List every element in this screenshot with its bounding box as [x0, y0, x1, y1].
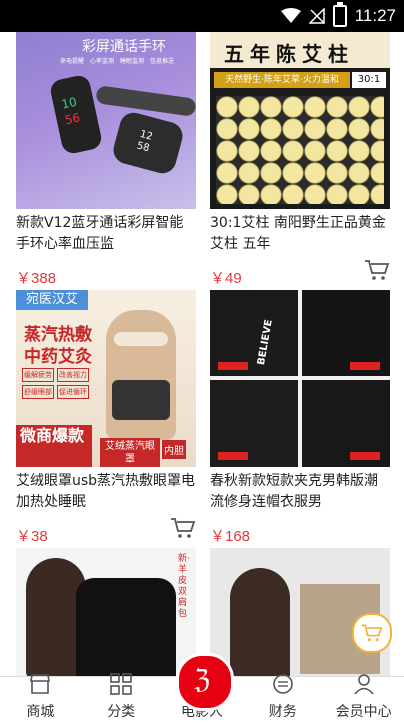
product-image[interactable]	[210, 548, 390, 677]
nav-item-member[interactable]: 会员中心	[324, 673, 404, 723]
cart-icon[interactable]	[364, 259, 390, 281]
floating-cart-button[interactable]	[352, 613, 392, 653]
product-title[interactable]: 春秋新款短款夹克男韩版潮流修身连帽衣服男	[210, 471, 390, 513]
image-sub: 来电提醒	[60, 58, 85, 65]
status-bar: 11:27	[0, 0, 404, 32]
watch-time: 56	[63, 110, 82, 128]
moxa-pattern	[216, 96, 384, 204]
signal-icon	[308, 8, 325, 24]
model-figure	[106, 310, 176, 440]
product-card[interactable]: 宛医汉艾 蒸汽热敷 中药艾灸 缓解疲劳 改善视力 舒缓眼部 促进循环 微商爆款 …	[16, 290, 196, 546]
cart-icon[interactable]	[170, 517, 196, 539]
product-price: ￥388	[16, 270, 57, 287]
image-sub: 信息推送	[150, 58, 175, 65]
nav-label: 商城	[26, 704, 55, 720]
watch-time: 10	[60, 94, 79, 112]
image-ribbon: 天然野生·陈年艾草·火力温和	[214, 72, 350, 88]
product-card[interactable]: 彩屏通话手环 来电提醒 心率监测 睡眠监测 信息推送 10 56 12 58 新…	[16, 32, 196, 288]
image-ratio: 30:1	[352, 72, 386, 88]
nav-item-finance[interactable]: 财务	[243, 673, 323, 723]
image-heading: 彩屏通话手环	[82, 39, 166, 55]
battery-icon	[332, 2, 347, 27]
image-cta: 微商爆款	[16, 425, 92, 467]
image-badge: 艾绒蒸汽眼罩	[100, 438, 160, 467]
watch-illustration: 12 58	[110, 109, 186, 177]
movie-logo-icon: ℨ	[194, 665, 211, 695]
coin-icon	[272, 674, 293, 694]
image-chip: 缓解疲劳	[22, 368, 54, 382]
nav-item-category[interactable]: 分类	[81, 673, 161, 723]
nav-label: 财务	[268, 704, 297, 720]
product-card[interactable]: 新·羊皮双肩包	[16, 548, 196, 677]
nav-item-store[interactable]: 商城	[0, 673, 80, 723]
strap	[95, 85, 196, 117]
watch-time: 58	[135, 140, 151, 155]
nav-label: 会员中心	[335, 704, 392, 720]
product-image[interactable]: 五年陈艾柱 天然野生·陈年艾草·火力温和 30:1	[210, 32, 390, 209]
product-title[interactable]: 新款V12蓝牙通话彩屏智能手环心率血压监	[16, 213, 196, 255]
image-sub: 心率监测	[90, 58, 115, 65]
product-image[interactable]: 彩屏通话手环 来电提醒 心率监测 睡眠监测 信息推送 10 56 12 58	[16, 32, 196, 209]
product-grid: 彩屏通话手环 来电提醒 心率监测 睡眠监测 信息推送 10 56 12 58 新…	[0, 32, 404, 677]
movie-logo-button[interactable]: ℨ	[176, 653, 234, 711]
product-image[interactable]: 新·羊皮双肩包	[16, 548, 196, 677]
image-heading: 五年陈艾柱	[224, 42, 354, 66]
product-price: ￥49	[210, 270, 242, 287]
product-card[interactable]: 五年陈艾柱 天然野生·陈年艾草·火力温和 30:1 30:1艾柱 南阳野生正品黄…	[210, 32, 390, 288]
product-image[interactable]: 宛医汉艾 蒸汽热敷 中药艾灸 缓解疲劳 改善视力 舒缓眼部 促进循环 微商爆款 …	[16, 290, 196, 467]
image-line: 中药艾灸	[24, 347, 92, 367]
image-vertical-text: 新·羊皮双肩包	[178, 554, 190, 619]
product-title[interactable]: 艾绒眼罩usb蒸汽热敷眼罩电加热处睡眠	[16, 471, 196, 513]
grid-icon	[110, 673, 132, 695]
product-title[interactable]: 30:1艾柱 南阳野生正品黄金艾柱 五年	[210, 213, 390, 255]
cart-icon	[361, 624, 383, 642]
product-card[interactable]	[210, 548, 390, 677]
image-chip: 舒缓眼部	[22, 385, 54, 399]
image-badge: 内胆	[162, 440, 186, 459]
status-time: 11:27	[354, 6, 396, 25]
product-price: ￥168	[210, 528, 251, 545]
product-card[interactable]: BELIEVE 春秋新款短款夹克男韩版潮流修身连帽衣服男 ￥168	[210, 290, 390, 546]
wifi-icon	[280, 8, 301, 23]
image-brand: 宛医汉艾	[16, 290, 88, 310]
image-chip: 改善视力	[57, 368, 89, 382]
product-price: ￥38	[16, 528, 48, 545]
nav-label: 分类	[107, 704, 136, 720]
image-sub: 睡眠监测	[120, 58, 145, 65]
product-image[interactable]: BELIEVE	[210, 290, 390, 467]
store-icon	[30, 674, 51, 694]
user-icon	[353, 674, 374, 695]
image-chip: 促进循环	[57, 385, 89, 399]
watch-illustration: 10 56	[48, 73, 104, 156]
